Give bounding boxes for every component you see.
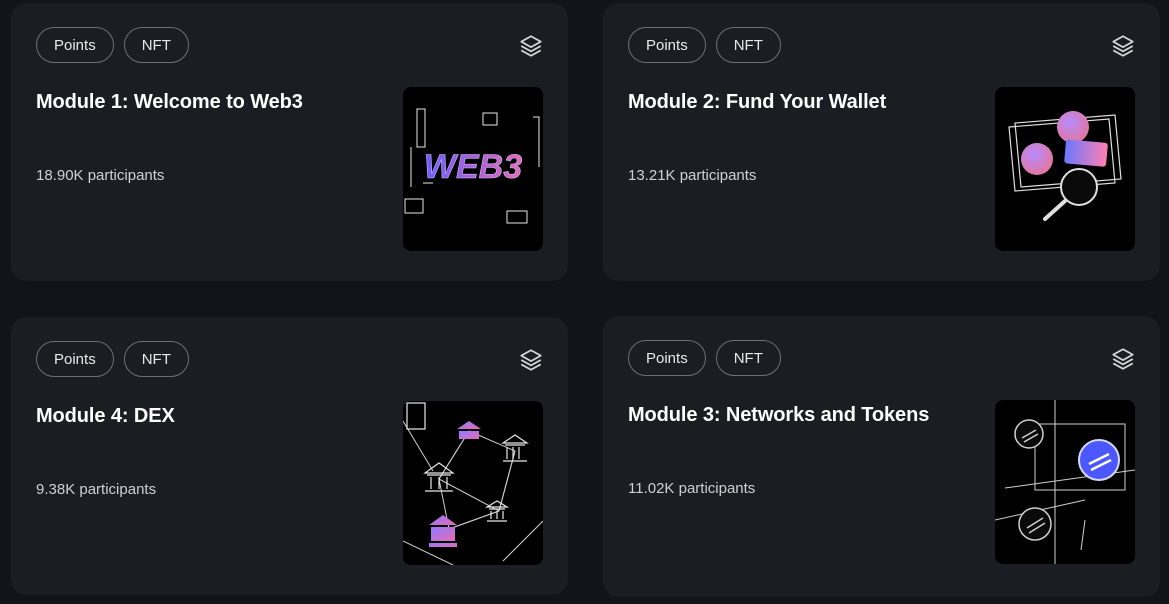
layers-icon[interactable] (1110, 33, 1136, 59)
module-card-4[interactable]: Points NFT Module 3: Networks and Tokens… (603, 316, 1160, 597)
tag-list: Points NFT (628, 340, 781, 376)
tag-points[interactable]: Points (36, 27, 114, 63)
module-title: Module 1: Welcome to Web3 (36, 91, 303, 113)
module-title: Module 4: DEX (36, 405, 175, 427)
participants-count: 9.38K participants (36, 481, 157, 498)
participants-count: 11.02K participants (628, 480, 756, 497)
module-thumbnail (403, 401, 543, 565)
tag-nft[interactable]: NFT (123, 27, 189, 63)
tag-list: Points NFT (36, 341, 189, 377)
tag-nft[interactable]: NFT (715, 340, 781, 376)
layers-icon[interactable] (518, 33, 544, 59)
tag-points[interactable]: Points (36, 341, 114, 377)
tag-list: Points NFT (36, 27, 189, 63)
module-card-3[interactable]: Points NFT Module 4: DEX 9.38K participa… (11, 317, 568, 595)
layers-icon[interactable] (1110, 346, 1136, 372)
tag-nft[interactable]: NFT (715, 27, 781, 63)
participants-count: 18.90K participants (36, 167, 165, 184)
module-title: Module 2: Fund Your Wallet (628, 91, 887, 113)
participants-count: 13.21K participants (628, 167, 757, 184)
module-card-2[interactable]: Points NFT Module 2: Fund Your Wallet 13… (603, 3, 1160, 281)
module-thumbnail: WEB3 (403, 87, 543, 251)
module-thumbnail (995, 400, 1135, 564)
tag-nft[interactable]: NFT (123, 341, 189, 377)
module-card-1[interactable]: Points NFT Module 1: Welcome to Web3 18.… (11, 3, 568, 281)
tag-points[interactable]: Points (628, 340, 706, 376)
module-title: Module 3: Networks and Tokens (628, 404, 930, 426)
web3-image-text: WEB3 (424, 148, 522, 186)
tag-points[interactable]: Points (628, 27, 706, 63)
module-thumbnail (995, 87, 1135, 251)
tag-list: Points NFT (628, 27, 781, 63)
layers-icon[interactable] (518, 347, 544, 373)
